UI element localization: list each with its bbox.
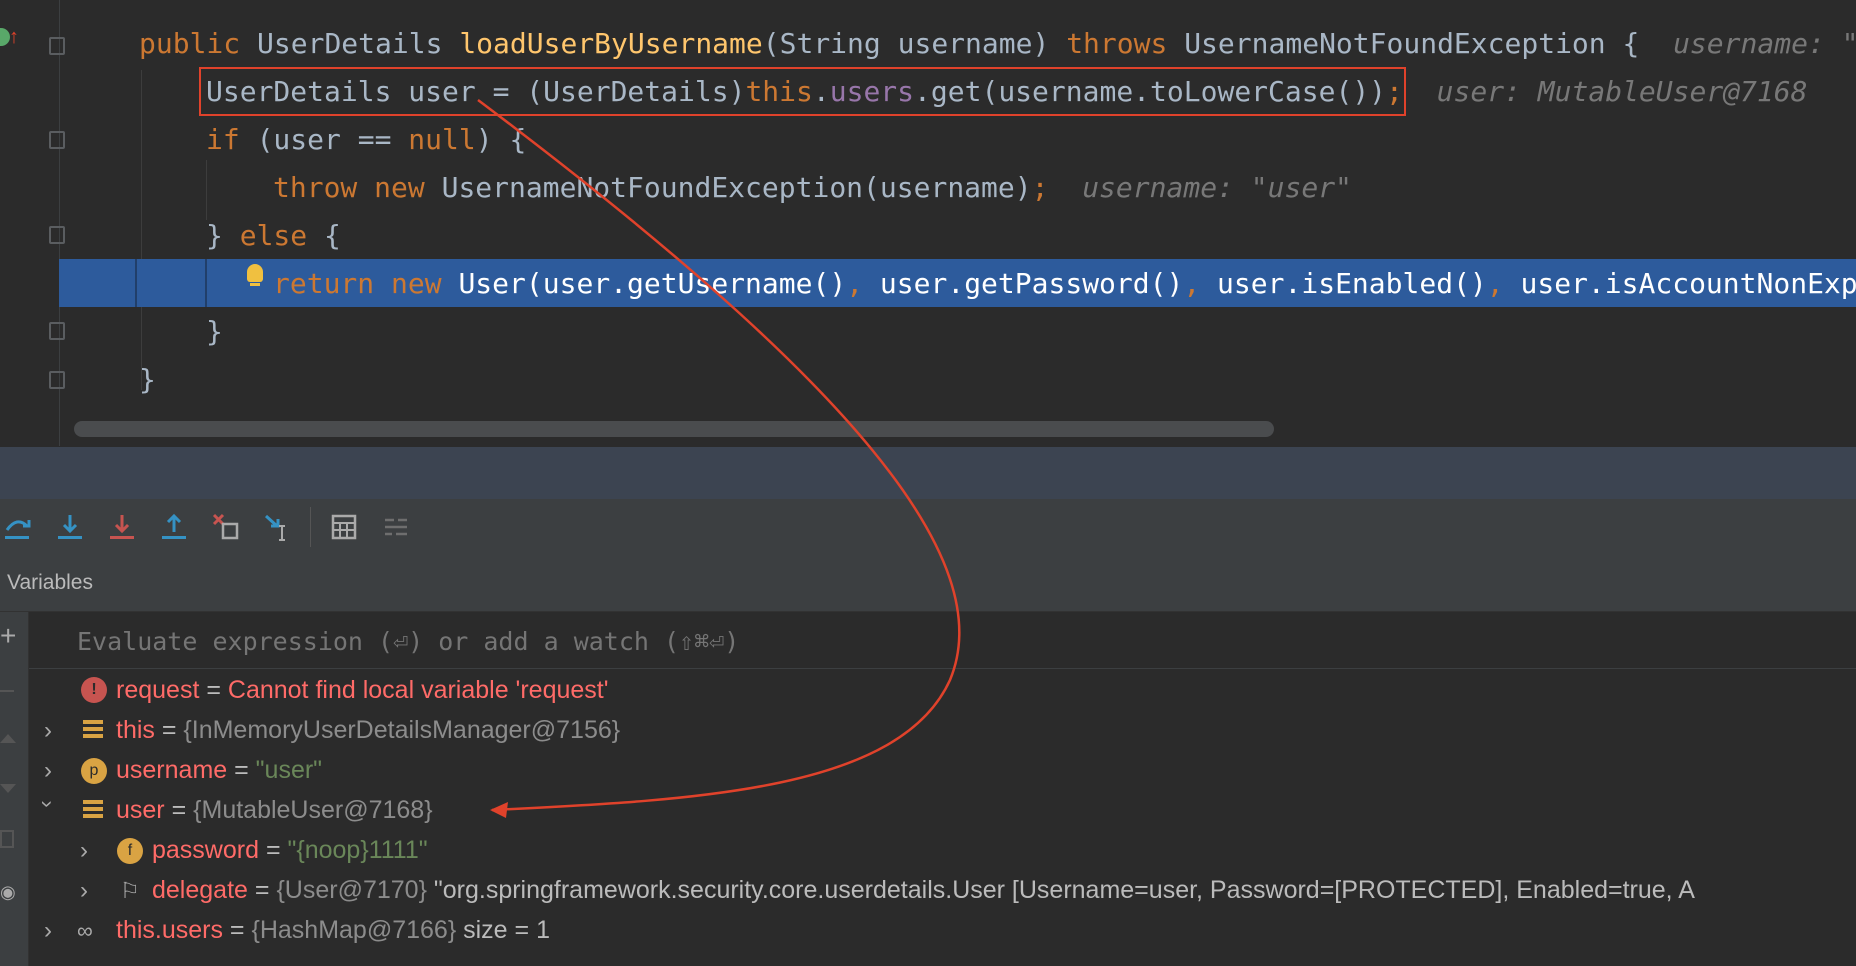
annotation-arrow — [477, 99, 961, 818]
